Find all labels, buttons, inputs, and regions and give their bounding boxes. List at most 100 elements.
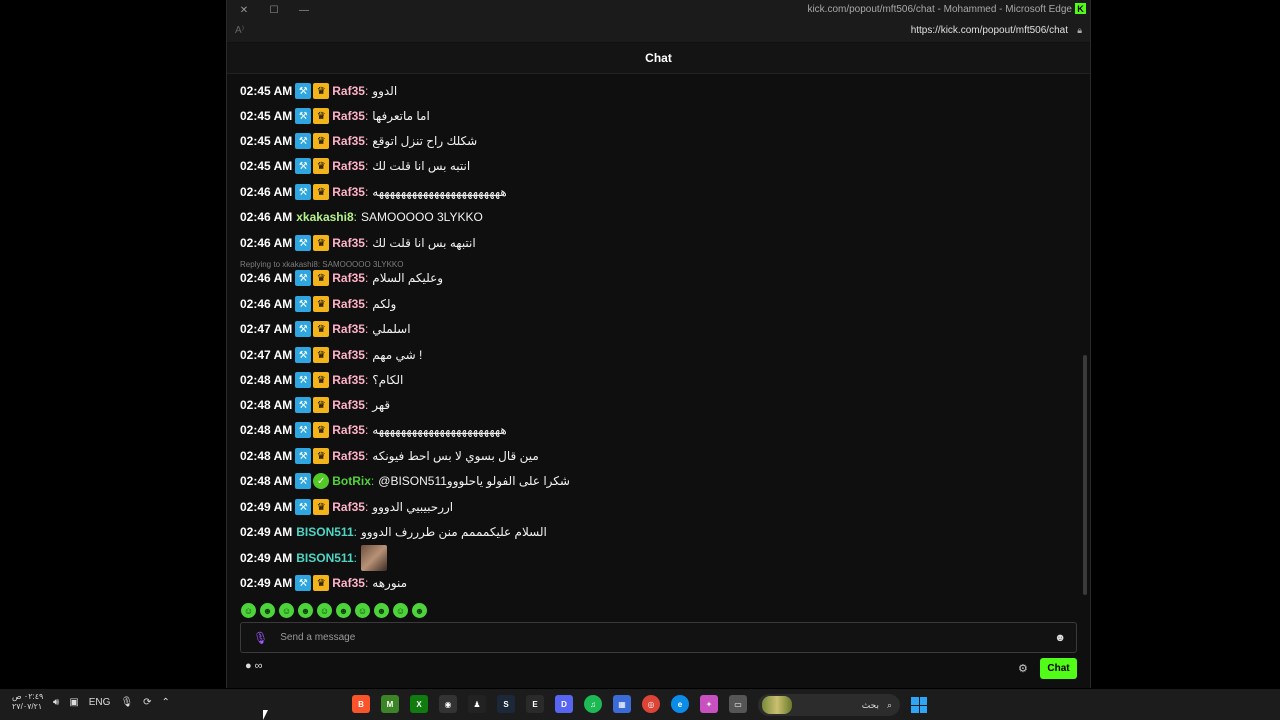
emote-icon[interactable]: ☺ <box>317 603 332 618</box>
chat-scrollbar[interactable] <box>1083 355 1087 595</box>
emote-icon[interactable]: ☺ <box>393 603 408 618</box>
reply-context[interactable]: Replying to xkakashi8: SAMOOOOO 3LYKKO <box>240 260 403 269</box>
kick-logo-icon: K <box>1075 3 1086 14</box>
emote-icon[interactable]: ☻ <box>260 603 275 618</box>
url-text[interactable]: https://kick.com/popout/mft506/chat <box>911 25 1068 36</box>
emote-icon[interactable]: ☺ <box>279 603 294 618</box>
message-username[interactable]: Raf35 <box>332 398 365 412</box>
chat-message[interactable]: 02:48 AM ⚒ ♛ Raf35: مين قال بسوي لا بس احط ف… <box>240 447 539 465</box>
message-text: قهر <box>372 398 391 412</box>
infinity-icon[interactable]: ∞ <box>255 660 263 672</box>
store-icon[interactable]: ▦ <box>613 695 631 713</box>
emote-icon[interactable]: ☻ <box>412 603 427 618</box>
chat-input-box[interactable]: 🎙︎ ☻ <box>240 622 1077 653</box>
epic-games-icon[interactable]: E <box>526 695 544 713</box>
chat-message[interactable]: 02:48 AM ⚒ ♛ Raf35: هههههههههههههههههههههههه <box>240 421 507 439</box>
chevron-up-icon[interactable]: ⌃ <box>162 697 170 708</box>
xbox-icon[interactable]: X <box>410 695 428 713</box>
message-username[interactable]: Raf35 <box>332 449 365 463</box>
chat-message[interactable]: 02:46 AM xkakashi8: SAMOOOOO 3LYKKO <box>240 208 483 226</box>
chat-message[interactable]: 02:45 AM ⚒ ♛ Raf35: الدوو <box>240 82 397 100</box>
close-icon[interactable]: ✕ <box>237 3 251 17</box>
message-username[interactable]: BotRix <box>332 474 371 488</box>
message-timestamp: 02:46 AM <box>240 210 293 224</box>
microphone-icon[interactable]: 🎙︎ <box>253 631 268 645</box>
app-icon[interactable]: ♟ <box>468 695 486 713</box>
send-chat-button[interactable]: Chat <box>1040 658 1077 679</box>
chat-message[interactable]: 02:49 AM BISON511: <box>240 545 387 571</box>
message-username[interactable]: Raf35 <box>332 348 365 362</box>
chat-message[interactable]: 02:45 AM ⚒ ♛ Raf35: انتبه بس انا قلت لك <box>240 157 470 175</box>
message-input[interactable] <box>278 631 1055 644</box>
emoji-picker-icon[interactable]: ☻ <box>1054 632 1066 644</box>
message-username[interactable]: Raf35 <box>332 109 365 123</box>
steam-icon[interactable]: S <box>497 695 515 713</box>
message-username[interactable]: Raf35 <box>332 185 365 199</box>
clock[interactable]: ٠٢:٤٩ ص ٢٧/٠٧/٢١ <box>12 692 43 712</box>
chat-message[interactable]: 02:49 AM ⚒ ♛ Raf35: اررحبيبيي الدووو <box>240 498 453 516</box>
taskbar-search[interactable]: بحث ⌕ <box>758 694 900 716</box>
message-username[interactable]: BISON511 <box>296 525 353 539</box>
message-text: اررحبيبيي الدووو <box>372 500 454 514</box>
chat-message[interactable]: 02:45 AM ⚒ ♛ Raf35: شكلك راح تنزل اتوقع <box>240 132 477 150</box>
message-username[interactable]: Raf35 <box>332 134 365 148</box>
message-username[interactable]: Raf35 <box>332 236 365 250</box>
chat-message[interactable]: 02:47 AM ⚒ ♛ Raf35: شي مهم ! <box>240 346 422 364</box>
microphone-tray-icon[interactable]: 🎙︎ <box>120 697 133 708</box>
lock-icon[interactable]: 🔒︎ <box>1077 25 1082 36</box>
message-text: SAMOOOOO 3LYKKO <box>360 210 483 224</box>
maximize-icon[interactable]: ☐ <box>267 3 281 17</box>
emote-icon[interactable]: ☻ <box>336 603 351 618</box>
obs-icon[interactable]: ◉ <box>439 695 457 713</box>
message-username[interactable]: BISON511 <box>296 551 353 565</box>
message-text: ولكم <box>372 297 397 311</box>
address-bar[interactable]: A⁾ https://kick.com/popout/mft506/chat 🔒… <box>227 20 1090 43</box>
message-username[interactable]: Raf35 <box>332 297 365 311</box>
message-username[interactable]: Raf35 <box>332 423 365 437</box>
chat-message[interactable]: 02:48 AM ⚒ ✓ BotRix: @BISON511شكرا على الفول… <box>240 472 570 490</box>
message-username[interactable]: Raf35 <box>332 373 365 387</box>
chat-message[interactable]: 02:48 AM ⚒ ♛ Raf35: الكام؟ <box>240 371 403 389</box>
discord-icon[interactable]: D <box>555 695 573 713</box>
language-indicator[interactable]: ENG <box>89 697 111 708</box>
chat-message[interactable]: 02:49 AM BISON511: السلام عليكمممم منن طرر… <box>240 523 547 541</box>
minecraft-icon[interactable]: M <box>381 695 399 713</box>
sync-icon[interactable]: ⟳ <box>143 697 151 708</box>
message-username[interactable]: xkakashi8 <box>296 210 353 224</box>
task-view-icon[interactable]: ▭ <box>729 695 747 713</box>
message-username[interactable]: Raf35 <box>332 322 365 336</box>
message-username[interactable]: Raf35 <box>332 271 365 285</box>
gear-icon[interactable]: ⚙ <box>1018 662 1028 675</box>
message-timestamp: 02:46 AM <box>240 185 293 199</box>
display-icon[interactable]: ▣ <box>69 697 78 708</box>
chat-message[interactable]: 02:46 AM ⚒ ♛ Raf35: وعليكم السلام <box>240 269 443 287</box>
chat-message[interactable]: 02:46 AM ⚒ ♛ Raf35: هههههههههههههههههههههههه <box>240 183 507 201</box>
chat-message[interactable]: 02:46 AM ⚒ ♛ Raf35: ولكم <box>240 295 396 313</box>
message-username[interactable]: Raf35 <box>332 84 365 98</box>
copilot-icon[interactable]: ✦ <box>700 695 718 713</box>
points-icon[interactable]: ● <box>245 660 252 672</box>
emote-icon[interactable]: ☺ <box>241 603 256 618</box>
windows-start-icon[interactable] <box>911 697 927 713</box>
chat-message-list[interactable]: 02:45 AM ⚒ ♛ Raf35: الدوو 02:45 AM ⚒ ♛ Raf35: اما… <box>227 73 1077 595</box>
username-separator: : <box>370 474 375 488</box>
chat-message[interactable]: 02:45 AM ⚒ ♛ Raf35: اما ماتعرفها <box>240 107 430 125</box>
minimize-icon[interactable]: — <box>297 3 311 17</box>
chat-message[interactable]: 02:49 AM ⚒ ♛ Raf35: منورهه <box>240 574 407 592</box>
emote-icon[interactable]: ☻ <box>374 603 389 618</box>
chat-message[interactable]: 02:47 AM ⚒ ♛ Raf35: اسلملي <box>240 320 411 338</box>
message-username[interactable]: Raf35 <box>332 159 365 173</box>
chat-message[interactable]: 02:48 AM ⚒ ♛ Raf35: قهر <box>240 396 390 414</box>
spotify-icon[interactable]: ♫ <box>584 695 602 713</box>
read-aloud-icon[interactable]: A⁾ <box>235 25 244 36</box>
message-username[interactable]: Raf35 <box>332 500 365 514</box>
chrome-icon[interactable]: ◎ <box>642 695 660 713</box>
message-username[interactable]: Raf35 <box>332 576 365 590</box>
edge-icon[interactable]: e <box>671 695 689 713</box>
emote-icon[interactable]: ☺ <box>355 603 370 618</box>
emote-bar: ☺ ☻ ☺ ☻ ☺ ☻ ☺ ☻ ☺ ☻ <box>241 603 427 618</box>
emote-icon[interactable]: ☻ <box>298 603 313 618</box>
chat-message[interactable]: 02:46 AM ⚒ ♛ Raf35: انتبهه بس انا قلت لك <box>240 234 476 252</box>
speaker-icon[interactable]: 🔊︎ <box>53 697 59 708</box>
brave-icon[interactable]: B <box>352 695 370 713</box>
